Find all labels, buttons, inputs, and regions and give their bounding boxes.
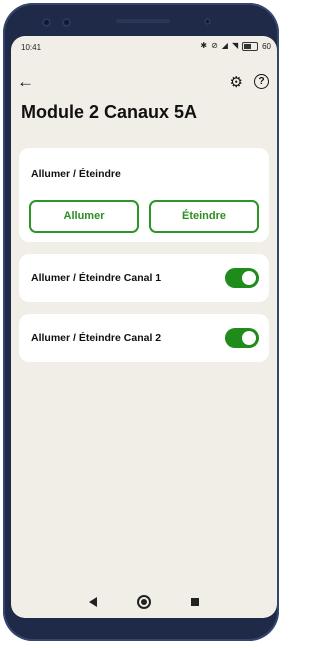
battery-level: 60	[262, 41, 271, 51]
bluetooth-icon: ✱	[200, 41, 208, 50]
channel1-label: Allumer / Éteindre Canal 1	[31, 272, 162, 284]
proximity-sensor-icon	[204, 18, 211, 25]
sensor-icon	[42, 18, 51, 27]
system-nav-bar	[11, 586, 277, 618]
turn-on-button[interactable]: Allumer	[29, 200, 139, 233]
channel2-label: Allumer / Éteindre Canal 2	[31, 332, 162, 344]
toggle-knob	[242, 331, 256, 345]
status-time: 10:41	[21, 43, 42, 52]
signal-icon: ◢	[221, 41, 228, 50]
channel1-card: Allumer / Éteindre Canal 1	[19, 254, 269, 302]
phone-frame: 10:41 ✱ ⊘ ◢ ◥ 60 ← ⚙ ? Module 2 Canaux 5…	[3, 3, 279, 641]
battery-icon	[242, 41, 259, 51]
channel2-toggle[interactable]	[225, 328, 259, 348]
status-bar: 10:41 ✱ ⊘ ◢ ◥ 60	[11, 36, 277, 58]
top-bezel	[38, 15, 248, 31]
screen: 10:41 ✱ ⊘ ◢ ◥ 60 ← ⚙ ? Module 2 Canaux 5…	[11, 36, 277, 618]
channel1-toggle[interactable]	[225, 268, 259, 288]
nav-recents-icon[interactable]	[191, 598, 199, 606]
nav-back-icon[interactable]	[89, 597, 97, 607]
power-card: Allumer / Éteindre Allumer Éteindre	[19, 148, 269, 242]
app-bar: ← ⚙ ?	[11, 70, 277, 94]
alarm-icon: ⊘	[211, 41, 218, 50]
channel2-card: Allumer / Éteindre Canal 2	[19, 314, 269, 362]
toggle-knob	[242, 271, 256, 285]
camera-icon	[62, 18, 71, 27]
help-icon[interactable]: ?	[254, 74, 269, 89]
power-card-label: Allumer / Éteindre	[31, 168, 121, 180]
turn-off-button[interactable]: Éteindre	[149, 200, 259, 233]
page-title: Module 2 Canaux 5A	[21, 102, 198, 122]
status-icons: ✱ ⊘ ◢ ◥ 60	[200, 41, 271, 51]
earpiece-speaker	[116, 19, 170, 23]
arrow-left-icon[interactable]: ←	[17, 72, 34, 92]
gear-icon[interactable]: ⚙	[230, 73, 243, 91]
wifi-icon: ◥	[231, 41, 239, 50]
nav-home-icon[interactable]	[137, 595, 151, 609]
